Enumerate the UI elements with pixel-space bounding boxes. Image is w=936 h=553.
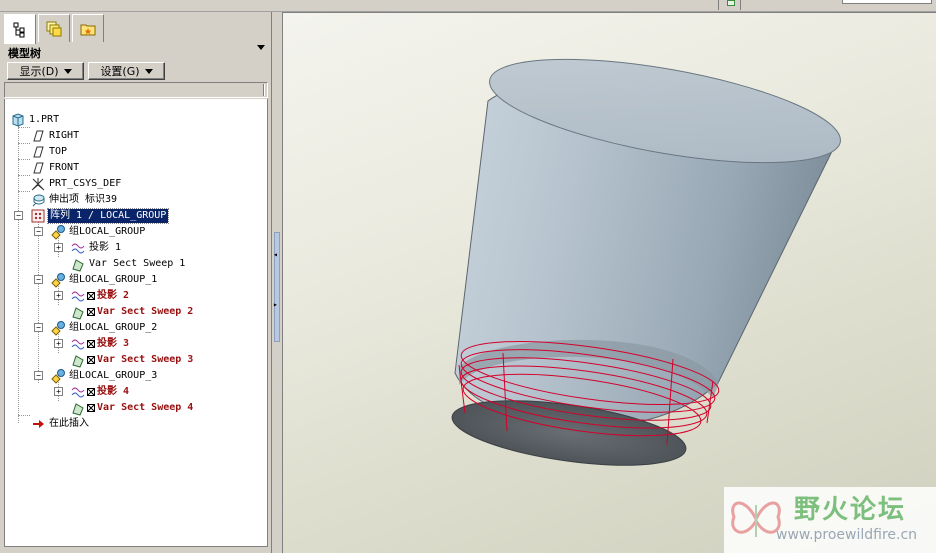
toolbar-separator [740,0,741,10]
show-button-label: 显示(D) [19,65,59,78]
settings-button[interactable]: 设置(G) [88,62,165,80]
watermark-title: 野火论坛 [794,495,907,525]
tree-item-label: FRONT [49,162,80,173]
toolbar-separator [718,0,719,10]
collapse-icon[interactable]: − [34,371,43,380]
suppressed-icon [87,340,95,348]
tree-item-label: 投影 4 [97,386,130,397]
tree-item-label: RIGHT [49,130,80,141]
collapse-icon[interactable]: − [34,227,43,236]
tree-item-label: Var Sect Sweep 4 [97,402,194,413]
tree-item-label: Var Sect Sweep 1 [89,258,186,269]
suppressed-icon [87,404,95,412]
model-tree-tab[interactable] [4,14,36,44]
tree-item-label: 组LOCAL_GROUP [69,226,146,237]
datum-plane-icon [33,130,44,142]
navigator-tabs [4,14,104,44]
tree-icon [13,22,25,37]
tree-item-label: 组LOCAL_GROUP_2 [69,322,158,333]
expand-icon[interactable]: + [54,291,63,300]
column-splitter[interactable] [263,84,265,96]
tree-item-label: 阵列 1 / LOCAL_GROUP [46,208,170,224]
datum-plane-icon [33,146,44,158]
tree-connector [18,415,30,416]
sweep-icon [72,403,84,416]
tree-item-label: 投影 1 [89,242,122,253]
settings-button-label: 设置(G) [100,65,140,78]
panel-title: 模型树 [8,47,41,60]
tree-connector [18,191,30,192]
chevron-down-icon [144,68,153,74]
group-icon [51,321,65,336]
suppressed-icon [87,292,95,300]
layers-icon [46,21,62,36]
tree-connector [18,175,30,176]
tree-connector [18,159,30,160]
model-3d-render [451,58,841,466]
splitter-handle[interactable] [274,232,280,342]
part-icon [12,113,24,127]
collapse-left-icon[interactable]: ◂ [273,250,278,259]
tree-item-label: PRT_CSYS_DEF [49,178,122,189]
tree-connector [38,219,39,383]
csys-icon [31,178,45,191]
group-icon [51,225,65,240]
tree-item-label: 组LOCAL_GROUP_3 [69,370,158,381]
tree-item-label: 1.PRT [29,114,60,125]
expand-icon[interactable]: + [54,387,63,396]
layers-tab[interactable] [38,14,70,42]
group-icon [51,273,65,288]
datum-plane-icon [33,162,44,174]
sweep-icon [72,355,84,368]
top-toolbar-strip [0,0,936,12]
tree-item-label: Var Sect Sweep 3 [97,354,194,365]
tree-item-label: 投影 3 [97,338,130,349]
group-icon [51,369,65,384]
tree-item-label: Var Sect Sweep 2 [97,306,194,317]
tree-column-header [4,82,268,98]
favorites-tab[interactable] [72,14,104,42]
tree-item-label: 伸出项 标识39 [49,194,118,205]
suppressed-icon [87,356,95,364]
expand-icon[interactable]: + [54,243,63,252]
expand-icon[interactable]: + [54,339,63,348]
navigator-panel: 模型树 显示(D) 设置(G) 1.PRT RIGHT TOP FRONT PR… [0,12,272,553]
model-tree: 1.PRT RIGHT TOP FRONT PRT_CSYS_DEF 伸出项 标… [4,99,268,547]
collapse-icon[interactable]: − [34,275,43,284]
suppressed-icon [87,388,95,396]
projected-curve-icon [71,339,85,350]
tree-connector [18,117,19,211]
collapse-icon[interactable]: − [14,211,23,220]
tree-item-label: TOP [49,146,68,157]
sweep-icon [72,259,84,272]
pattern-icon [31,209,45,223]
suppressed-icon [87,308,95,316]
panel-menu-arrow[interactable] [257,45,265,50]
watermark-url: www.proewildfire.cn [776,527,918,543]
expand-right-icon[interactable]: ▸ [273,300,278,309]
projected-curve-icon [71,243,85,254]
protrusion-icon [32,194,45,207]
insert-here-arrow-icon [33,420,44,428]
chevron-down-icon [63,68,72,74]
collapse-icon[interactable]: − [34,323,43,332]
projected-curve-icon [71,291,85,302]
tree-connector [18,211,19,423]
sweep-icon [72,307,84,320]
graphics-viewport[interactable] [282,12,936,553]
toolbar-icon[interactable] [727,0,735,6]
panel-splitter[interactable]: ◂ ▸ [272,12,282,553]
show-button[interactable]: 显示(D) [7,62,84,80]
folder-star-icon [80,24,96,35]
tree-item-label: 在此插入 [49,418,89,429]
toolbar-field[interactable] [842,0,932,4]
projected-curve-icon [71,387,85,398]
tree-connector [18,143,30,144]
forum-watermark: 野火论坛 www.proewildfire.cn [724,487,936,553]
tree-item-label: 投影 2 [97,290,130,301]
tree-item-label: 组LOCAL_GROUP_1 [69,274,158,285]
